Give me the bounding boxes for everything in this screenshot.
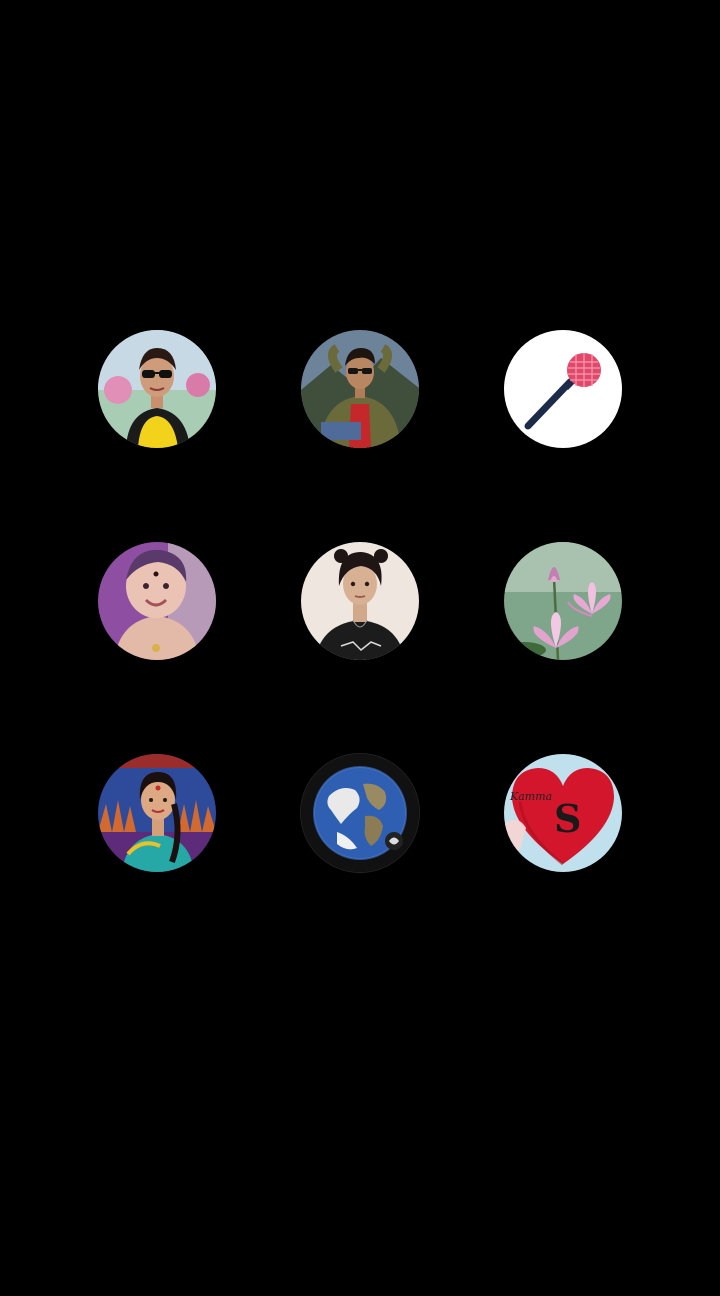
avatar-man-red-shirt-image (301, 330, 419, 448)
avatar-woman-black-tshirt-image (301, 542, 419, 660)
avatar-woman-traditional-dress[interactable] (98, 754, 216, 872)
monogram-letter: S (554, 796, 581, 841)
avatar-earth-globe[interactable] (301, 754, 419, 872)
avatar-woman-sunglasses-image (98, 330, 216, 448)
avatar-lotus-flowers[interactable] (504, 542, 622, 660)
avatar-lotus-flowers-image (504, 542, 622, 660)
globe-icon (301, 754, 419, 872)
avatar-red-heart-monogram[interactable]: Kamma S (504, 754, 622, 872)
avatar-microphone[interactable] (504, 330, 622, 448)
avatar-man-red-shirt[interactable] (301, 330, 419, 448)
heart-icon: Kamma S (504, 754, 622, 872)
avatar-smiling-baby[interactable] (98, 542, 216, 660)
avatar-grid: Kamma S (0, 0, 720, 1296)
svg-text:Kamma: Kamma (509, 790, 552, 803)
avatar-woman-sunglasses[interactable] (98, 330, 216, 448)
avatar-woman-black-tshirt[interactable] (301, 542, 419, 660)
avatar-woman-traditional-dress-image (98, 754, 216, 872)
microphone-icon (504, 330, 622, 448)
avatar-smiling-baby-image (98, 542, 216, 660)
